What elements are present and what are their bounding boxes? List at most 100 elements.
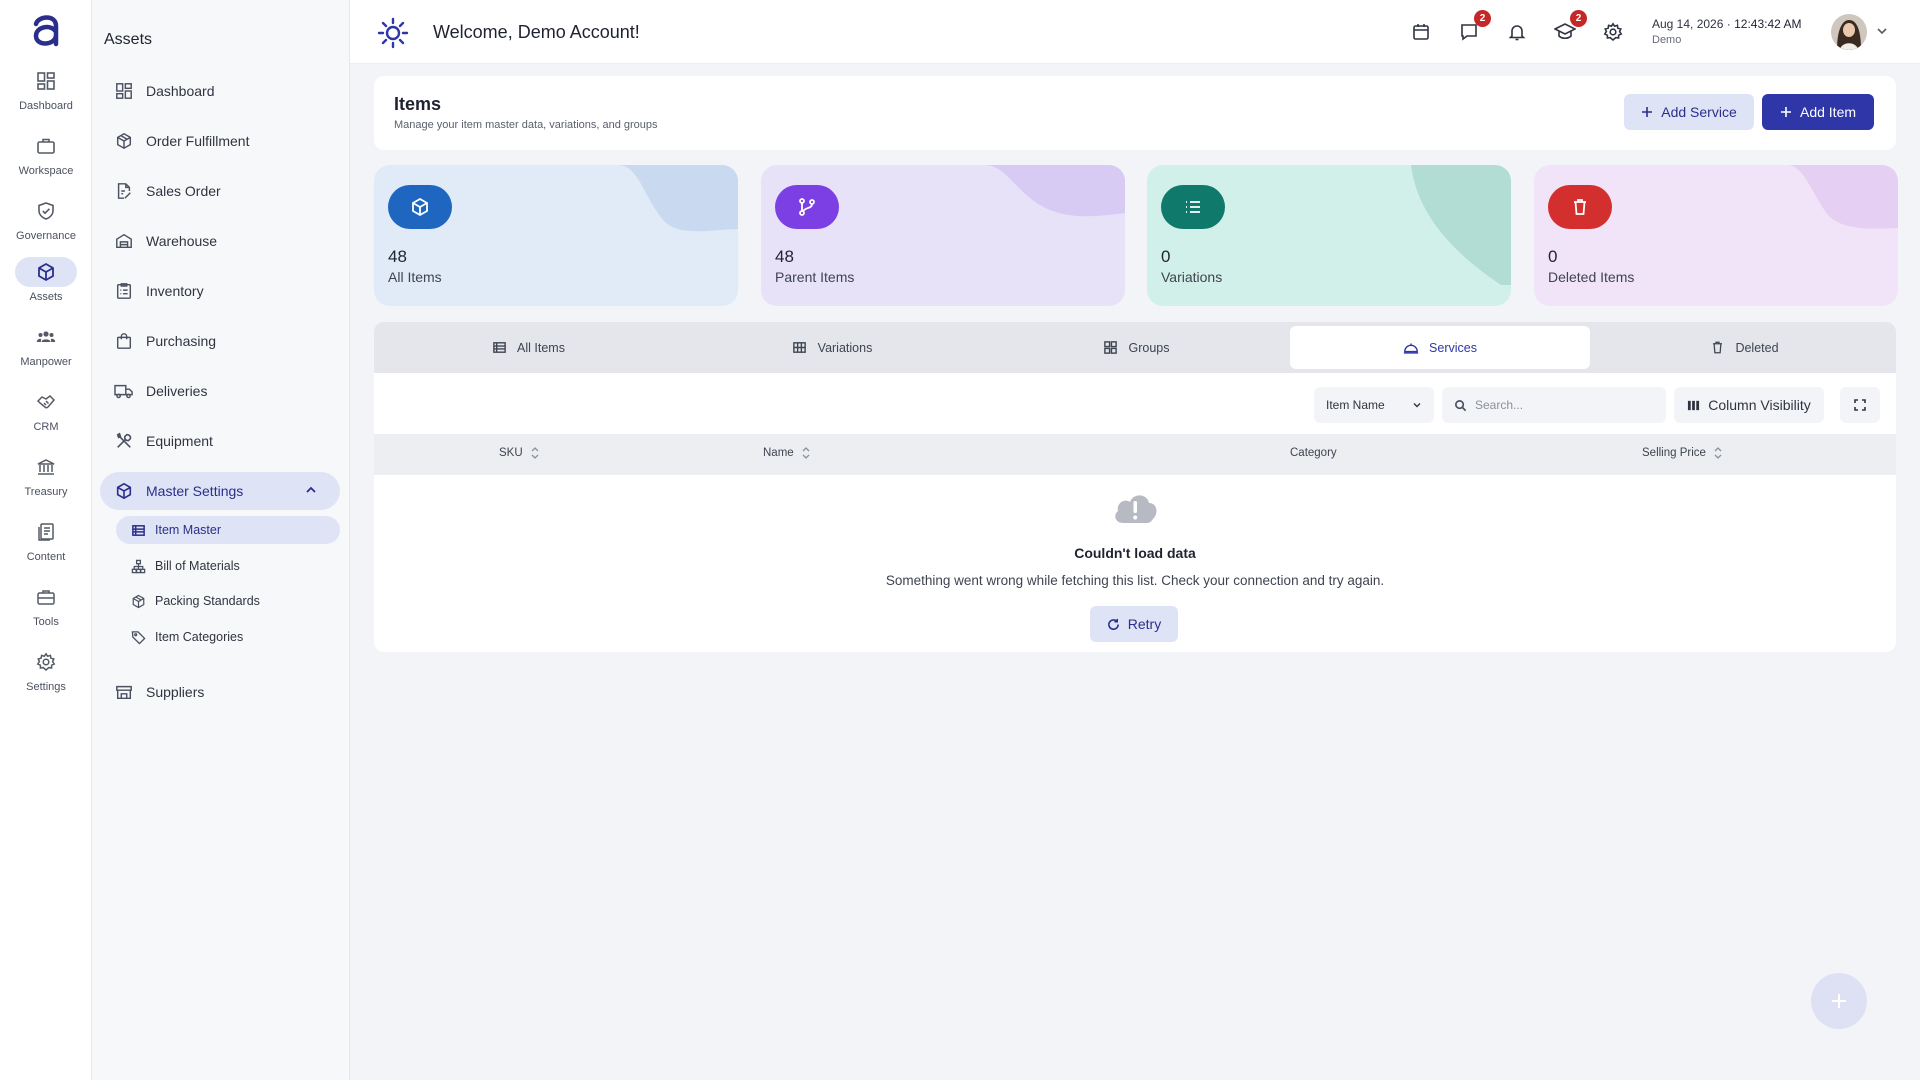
rail-item-dashboard[interactable]: Dashboard [0,66,92,122]
refresh-icon [1107,618,1120,631]
calendar-icon[interactable] [1409,20,1433,44]
tab-deleted[interactable]: Deleted [1594,326,1894,369]
sidebar-item-suppliers[interactable]: Suppliers [100,673,340,711]
git-branch-icon [775,185,839,229]
service-bell-icon [1403,340,1419,356]
briefcase-icon [15,131,77,161]
error-message: Something went wrong while fetching this… [885,573,1385,588]
sidebar-subitem-item-categories[interactable]: Item Categories [116,623,340,651]
sidebar-subitem-item-master[interactable]: Item Master [116,516,340,544]
tab-services[interactable]: Services [1290,326,1590,369]
avatar[interactable] [1831,14,1867,50]
list-table-icon [130,522,146,538]
rail-item-content[interactable]: Content [0,517,92,573]
tab-groups[interactable]: Groups [986,326,1286,369]
stat-label: Variations [1161,269,1223,285]
grid-table-icon [792,340,808,356]
stat-label: All Items [388,269,442,285]
package-icon [114,131,134,151]
column-header-selling-price[interactable]: Selling Price [1642,447,1722,459]
sidebar-item-equipment[interactable]: Equipment [100,422,340,460]
top-header: Welcome, Demo Account! 2 2 Aug 14, 2026 … [350,0,1920,64]
sidebar-item-label: Purchasing [146,333,217,349]
package-icon [130,593,146,609]
sidebar-subitem-label: Item Master [155,523,221,537]
rail-item-manpower[interactable]: Manpower [0,322,92,378]
sidebar-item-purchasing[interactable]: Purchasing [100,322,340,360]
sidebar-item-warehouse[interactable]: Warehouse [100,222,340,260]
retry-label: Retry [1127,616,1162,632]
sidebar-subitem-label: Item Categories [155,630,244,644]
plus-icon [1830,992,1848,1010]
documents-icon [15,517,77,547]
rail-item-settings[interactable]: Settings [0,647,92,703]
rail-item-crm[interactable]: CRM [0,387,92,443]
plus-icon [1641,106,1653,118]
sidebar-item-deliveries[interactable]: Deliveries [100,372,340,410]
search-input[interactable] [1475,398,1655,412]
rail-label: Governance [16,230,76,242]
tab-variations[interactable]: Variations [682,326,982,369]
sidebar-item-inventory[interactable]: Inventory [100,272,340,310]
bank-icon [15,452,77,482]
stat-card-parent-items[interactable]: 48 Parent Items [761,165,1125,306]
rail-item-tools[interactable]: Tools [0,582,92,638]
messages-icon[interactable]: 2 [1457,10,1491,44]
floating-add-button[interactable] [1811,973,1867,1029]
retry-button[interactable]: Retry [1090,606,1178,642]
sort-icon [802,447,810,459]
sidebar-item-order-fulfillment[interactable]: Order Fulfillment [100,122,340,160]
sidebar-item-sales-order[interactable]: Sales Order [100,172,340,210]
rail-item-workspace[interactable]: Workspace [0,131,92,187]
cube-icon [15,257,77,287]
sidebar-item-dashboard[interactable]: Dashboard [100,72,340,110]
column-header-sku[interactable]: SKU [499,447,539,459]
date-separator: · [1726,17,1731,31]
column-header-category[interactable]: Category [1290,447,1337,459]
add-service-button[interactable]: Add Service [1624,94,1754,130]
sidebar-subitem-bill-of-materials[interactable]: Bill of Materials [116,552,340,580]
welcome-title: Welcome, Demo Account! [433,22,640,42]
sidebar-item-label: Equipment [146,433,213,449]
sidebar-item-label: Order Fulfillment [146,133,250,149]
chevron-down-icon[interactable] [1875,24,1889,38]
brand-sun-icon[interactable] [376,16,410,50]
warehouse-icon [114,231,134,251]
tab-label: Deleted [1735,340,1779,355]
rail-item-assets[interactable]: Assets [0,257,92,313]
fullscreen-button[interactable] [1840,387,1880,423]
tab-all-items[interactable]: All Items [378,326,678,369]
date-text: Aug 14, 2026 [1652,17,1724,31]
sidebar-subitem-packing-standards[interactable]: Packing Standards [116,587,340,615]
tab-label: Variations [817,340,873,355]
stat-card-variations[interactable]: 0 Variations [1147,165,1511,306]
gear-icon[interactable] [1601,20,1625,44]
chevron-down-icon [1412,400,1422,410]
filter-field-select[interactable]: Item Name [1314,387,1434,423]
stat-card-all-items[interactable]: 48 All Items [374,165,738,306]
time-text: 12:43:42 AM [1734,17,1802,31]
add-service-label: Add Service [1661,104,1737,120]
app-logo[interactable] [26,10,66,50]
chevron-up-icon[interactable] [304,483,318,497]
cloud-alert-icon [1111,489,1159,529]
rail-item-treasury[interactable]: Treasury [0,452,92,508]
graduation-cap-icon[interactable]: 2 [1553,10,1587,44]
column-visibility-button[interactable]: Column Visibility [1674,387,1824,423]
stat-card-deleted-items[interactable]: 0 Deleted Items [1534,165,1898,306]
tab-label: Services [1429,340,1477,355]
column-header-name[interactable]: Name [763,447,810,459]
app-rail: Dashboard Workspace Governance Assets Ma… [0,0,92,1080]
list-icon [1161,185,1225,229]
add-item-button[interactable]: Add Item [1762,94,1874,130]
list-table-icon [491,340,507,356]
datetime-display: Aug 14, 2026 · 12:43:42 AM [1652,17,1801,31]
page-subtitle: Manage your item master data, variations… [394,119,658,131]
page-title: Items [394,94,442,114]
rail-label: Tools [33,616,59,628]
storefront-icon [114,682,134,702]
items-tabs: All Items Variations Groups Services Del… [374,322,1896,373]
sidebar-item-master-settings[interactable]: Master Settings [100,472,340,510]
bell-icon[interactable] [1505,20,1529,44]
rail-item-governance[interactable]: Governance [0,196,92,252]
